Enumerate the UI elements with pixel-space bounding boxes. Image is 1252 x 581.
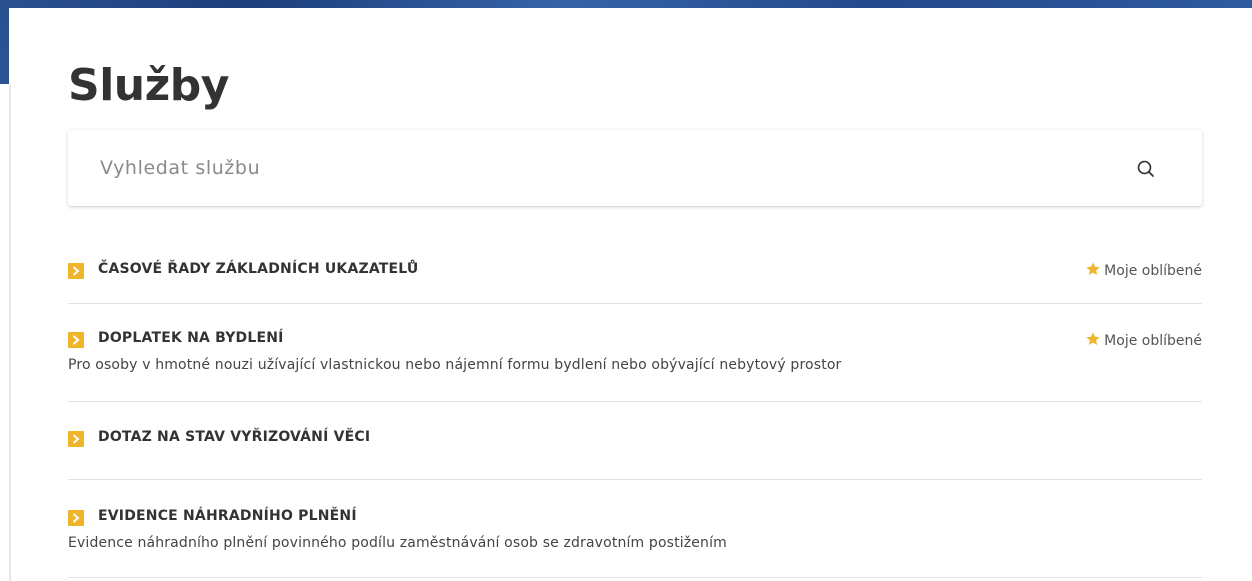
service-title-link[interactable]: ČASOVÉ ŘADY ZÁKLADNÍCH UKAZATELŮ	[98, 261, 418, 277]
service-title-link[interactable]: EVIDENCE NÁHRADNÍHO PLNĚNÍ	[98, 508, 357, 524]
favorite-label: Moje oblíbené	[1104, 333, 1202, 349]
star-icon	[1085, 331, 1101, 351]
chevron-right-icon	[68, 510, 84, 526]
chevron-right-icon	[68, 263, 84, 279]
search-box	[68, 130, 1202, 206]
service-title-link[interactable]: DOTAZ NA STAV VYŘIZOVÁNÍ VĚCI	[98, 429, 370, 445]
list-item: DOTAZ NA STAV VYŘIZOVÁNÍ VĚCI	[68, 402, 1202, 480]
list-item: EVIDENCE NÁHRADNÍHO PLNĚNÍ Evidence náhr…	[68, 480, 1202, 578]
search-icon[interactable]	[1136, 159, 1156, 179]
page-title: Služby	[68, 60, 229, 111]
sidebar-band	[0, 0, 9, 84]
favorite-toggle[interactable]: Moje oblíbené	[1085, 261, 1202, 281]
star-icon	[1085, 261, 1101, 281]
chevron-right-icon	[68, 332, 84, 348]
services-list: ČASOVÉ ŘADY ZÁKLADNÍCH UKAZATELŮ Moje ob…	[68, 206, 1202, 578]
favorite-toggle[interactable]: Moje oblíbené	[1085, 331, 1202, 351]
favorite-label: Moje oblíbené	[1104, 263, 1202, 279]
service-title-link[interactable]: DOPLATEK NA BYDLENÍ	[98, 330, 284, 346]
services-panel: Služby ČASOVÉ ŘADY ZÁKLADNÍCH UKAZATELŮ …	[11, 8, 1252, 581]
service-description: Evidence náhradního plnění povinného pod…	[68, 535, 727, 551]
header-band	[0, 0, 1252, 8]
service-description: Pro osoby v hmotné nouzi užívající vlast…	[68, 357, 842, 373]
chevron-right-icon	[68, 431, 84, 447]
search-input[interactable]	[100, 152, 1080, 184]
list-item: ČASOVÉ ŘADY ZÁKLADNÍCH UKAZATELŮ Moje ob…	[68, 206, 1202, 304]
list-item: DOPLATEK NA BYDLENÍ Moje oblíbené Pro os…	[68, 304, 1202, 402]
